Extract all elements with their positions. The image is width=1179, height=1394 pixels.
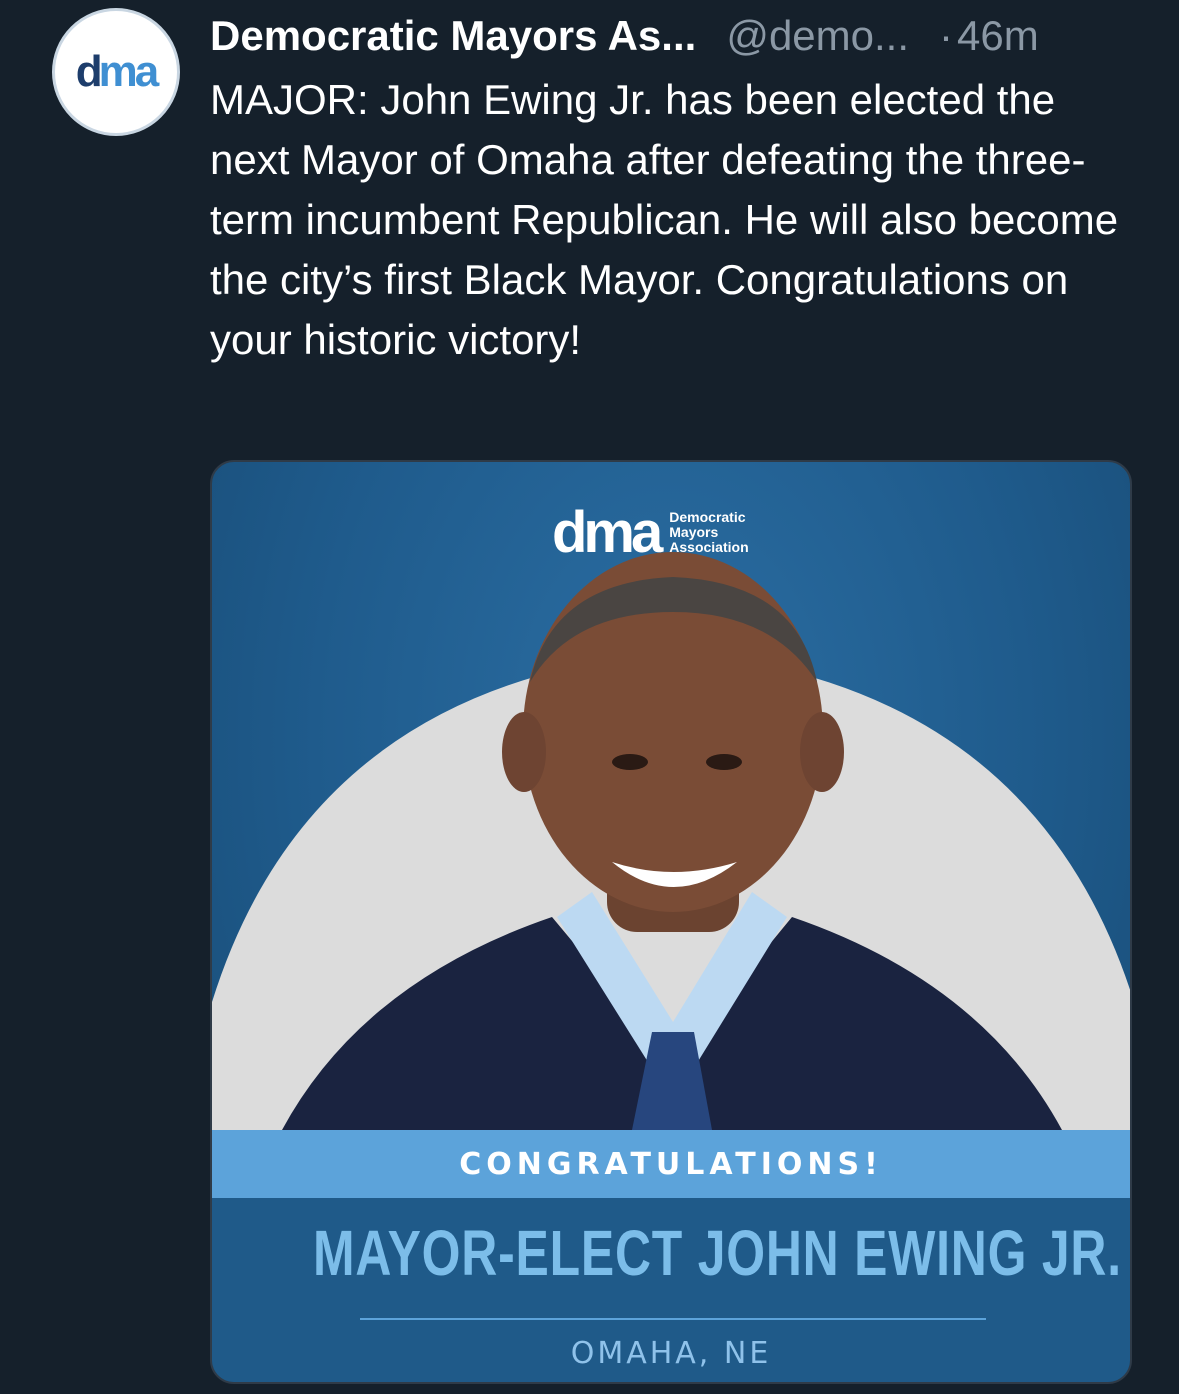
- dma-org-line-1: Democratic: [669, 508, 746, 525]
- dma-org-line-2: Mayors: [669, 523, 719, 540]
- headline-area: MAYOR-ELECT JOHN EWING JR. OMAHA, NE: [212, 1198, 1130, 1382]
- author-avatar[interactable]: d ma: [52, 8, 180, 136]
- mayor-elect-headline: MAYOR-ELECT JOHN EWING JR.: [312, 1217, 1122, 1289]
- author-name[interactable]: Democratic Mayors As...: [210, 12, 696, 59]
- dma-logo-mark: dma: [552, 499, 663, 565]
- author-handle[interactable]: @demo...: [726, 12, 909, 59]
- city-label: OMAHA, NE: [570, 1336, 772, 1371]
- tweet-text: MAJOR: John Ewing Jr. has been elected t…: [210, 76, 1119, 363]
- divider-rule: [360, 1318, 986, 1320]
- dma-org-line-3: Association: [669, 538, 749, 555]
- congratulations-band: CONGRATULATIONS!: [212, 1130, 1130, 1198]
- dma-logo: dma Democratic Mayors Association: [552, 500, 779, 565]
- dma-logo-org: Democratic Mayors Association: [669, 508, 779, 555]
- tweet-media-image[interactable]: dma Democratic Mayors Association CONGRA…: [210, 460, 1132, 1384]
- separator-dot: ·: [939, 12, 954, 59]
- avatar-logo-ma: ma: [98, 47, 160, 96]
- avatar-logo-d: d: [75, 47, 103, 96]
- congratulations-text: CONGRATULATIONS!: [459, 1146, 883, 1182]
- tweet-timestamp[interactable]: 46m: [957, 12, 1039, 59]
- tweet-header: Democratic Mayors As... @demo... ·46m: [210, 10, 1140, 62]
